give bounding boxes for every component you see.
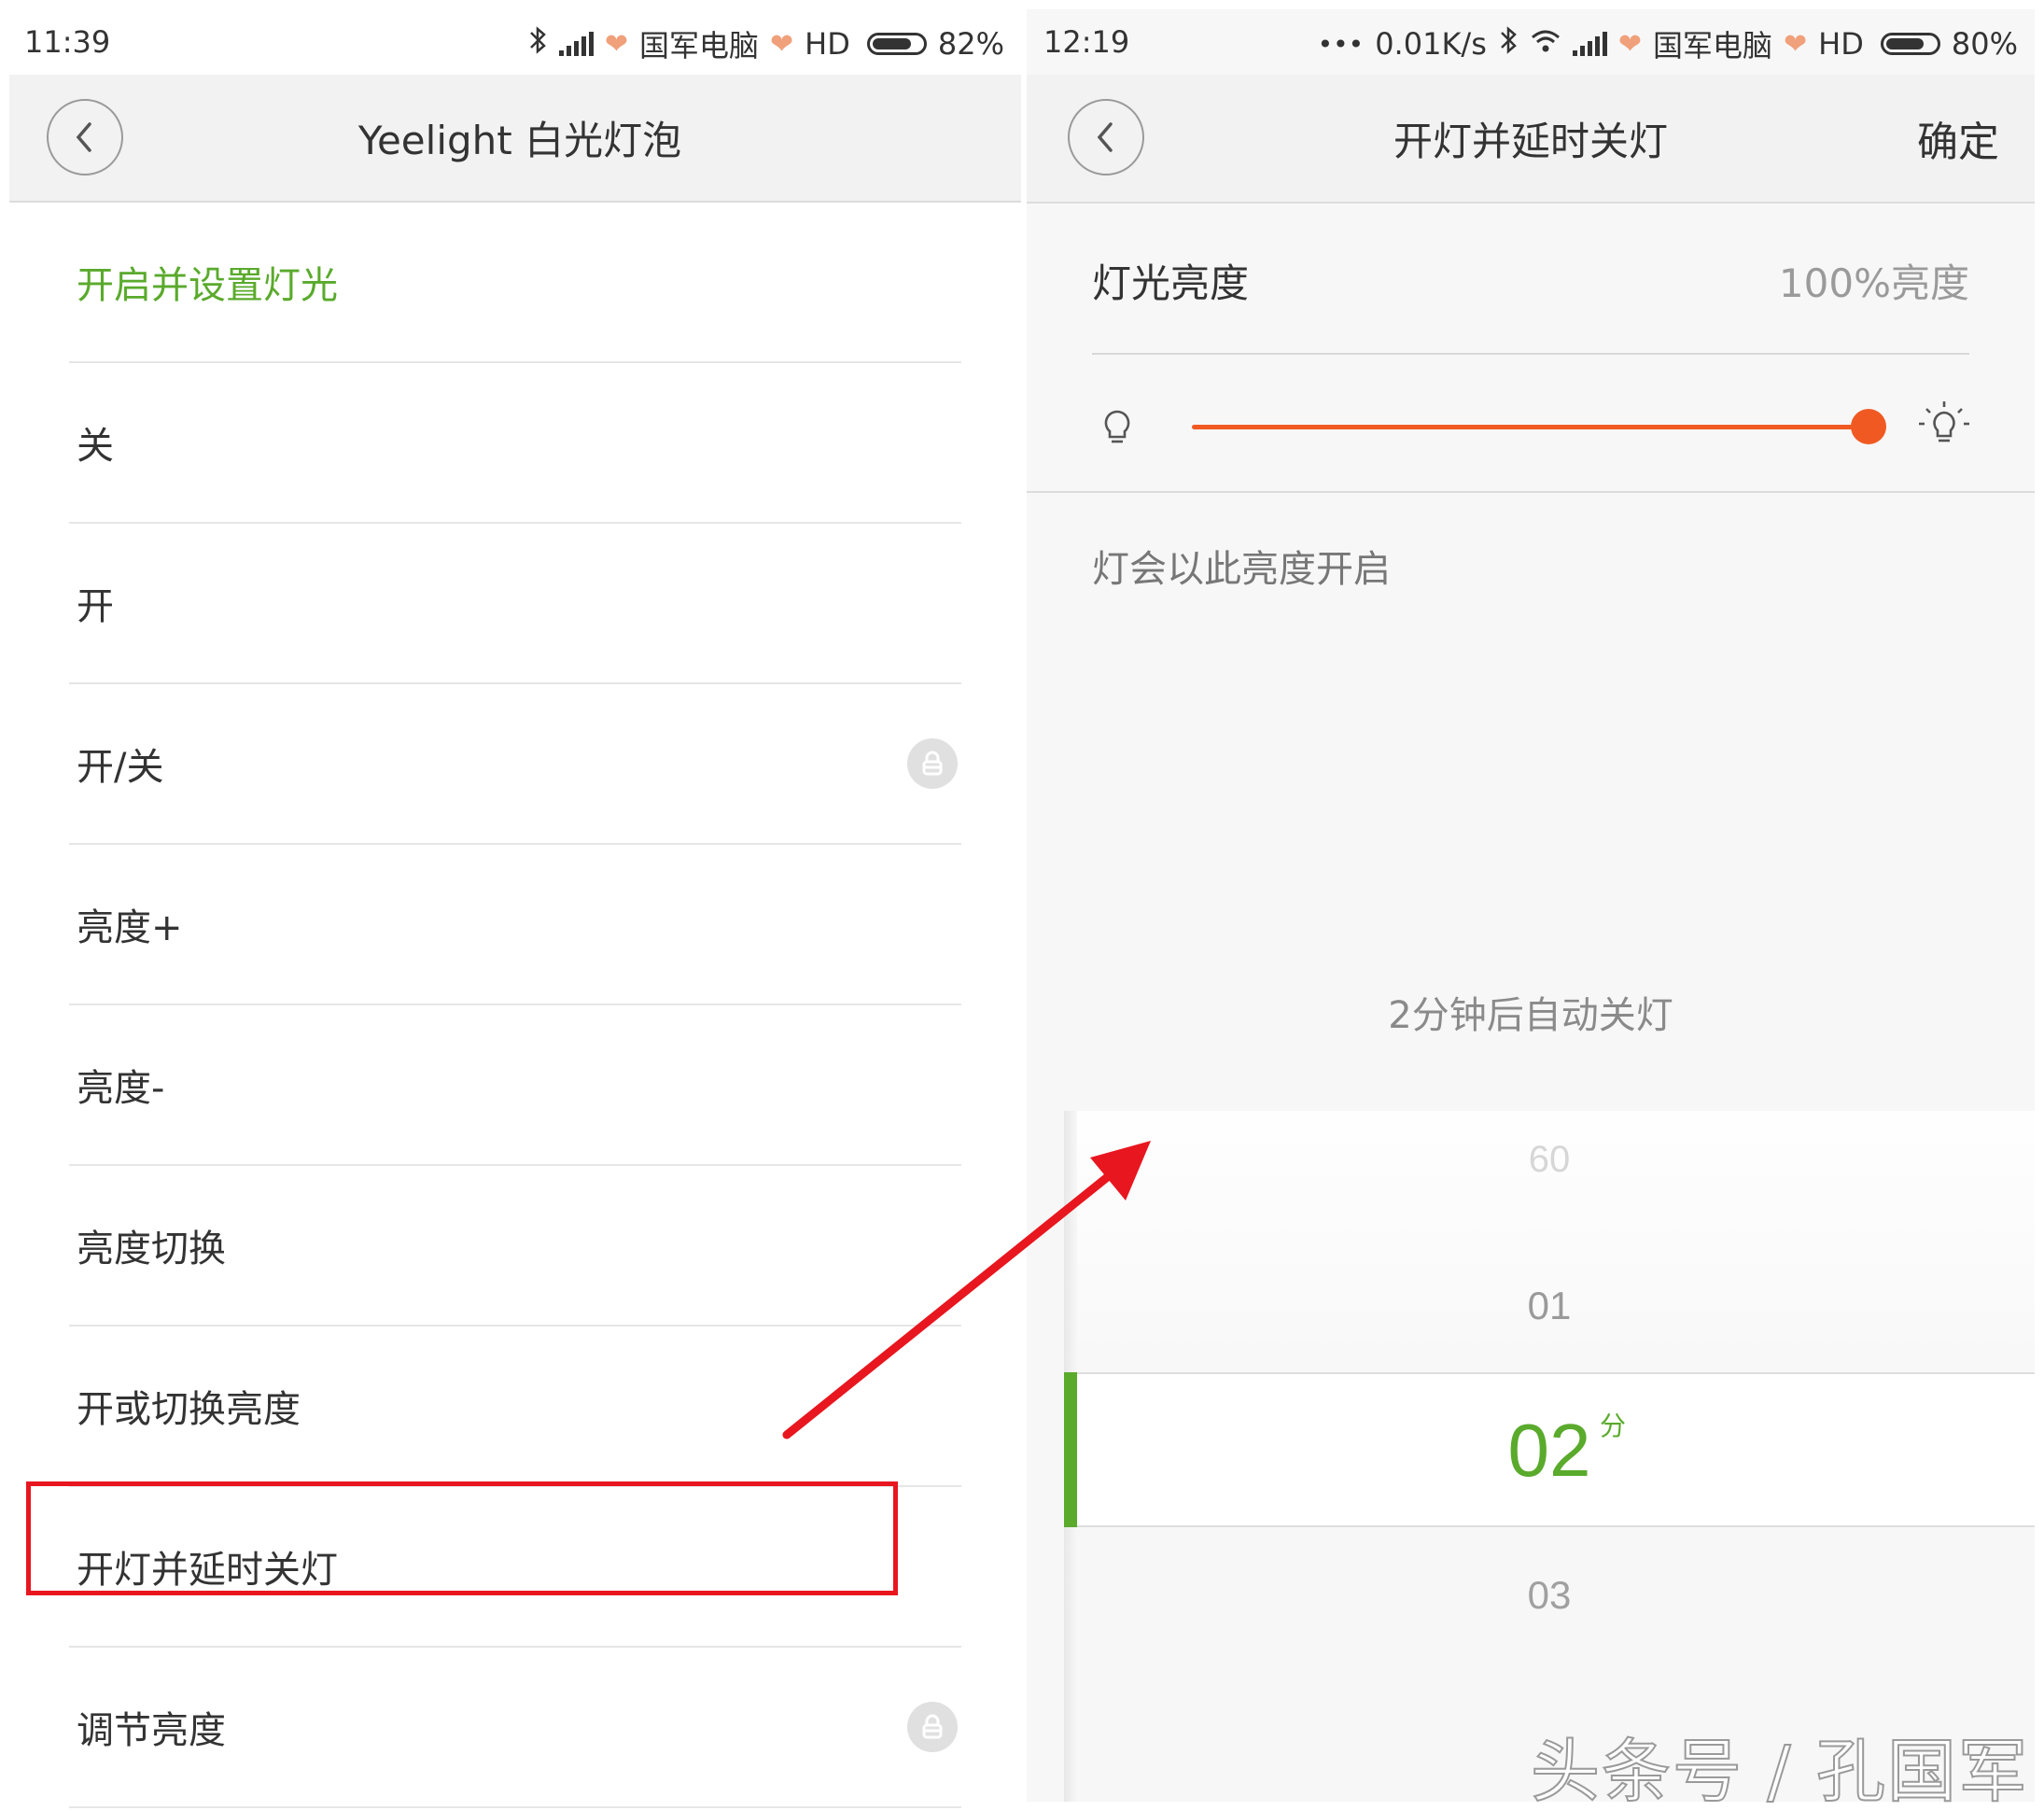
list-item-toggle[interactable]: 开/关 bbox=[69, 684, 961, 845]
network-speed: 0.01K/s bbox=[1375, 26, 1487, 62]
picker-selected-row[interactable]: 02 分 bbox=[1064, 1372, 2035, 1527]
lock-icon bbox=[907, 1702, 958, 1752]
wifi-icon bbox=[1530, 26, 1561, 62]
brightness-value: 100%亮度 bbox=[1778, 260, 1969, 306]
brightness-hint: 灯会以此亮度开启 bbox=[1092, 548, 1391, 591]
list-item-label: 开 bbox=[77, 585, 114, 628]
section-header: 开启并设置灯光 bbox=[69, 203, 961, 363]
battery-percent: 82% bbox=[937, 26, 1004, 62]
list-item-brightness-up[interactable]: 亮度+ bbox=[69, 845, 961, 1005]
picker-option[interactable]: 01 bbox=[1064, 1284, 2035, 1328]
top-nav-bar: Yeelight 白光灯泡 bbox=[9, 75, 1021, 203]
list-item-brightness-switch[interactable]: 亮度切换 bbox=[69, 1166, 961, 1327]
more-dots-icon: ••• bbox=[1317, 28, 1365, 60]
signal-icon bbox=[1572, 32, 1607, 56]
status-bar: 11:39 ❤ 国军电脑 ❤ HD 82% bbox=[9, 9, 1021, 75]
network-type: HD bbox=[805, 26, 850, 62]
heart-icon: ❤ bbox=[604, 27, 629, 61]
list-item-label: 亮度- bbox=[77, 1067, 165, 1110]
heart-icon: ❤ bbox=[1617, 27, 1643, 61]
page-title: Yeelight 白光灯泡 bbox=[357, 118, 682, 163]
status-time: 12:19 bbox=[1043, 24, 1130, 60]
picker-selected-value: 02 bbox=[1507, 1409, 1591, 1492]
battery-percent: 80% bbox=[1951, 26, 2018, 62]
list-item-label: 亮度切换 bbox=[77, 1228, 226, 1271]
top-nav-bar: 开灯并延时关灯 确定 bbox=[1027, 75, 2035, 204]
status-icons: ❤ 国军电脑 ❤ HD 82% bbox=[527, 22, 1004, 65]
carrier-name: 国军电脑 bbox=[1653, 28, 1773, 63]
list-item-label: 亮度+ bbox=[77, 906, 183, 949]
slider-fill bbox=[1192, 425, 1869, 429]
bluetooth-icon bbox=[1498, 25, 1519, 63]
list-item-brightness-down[interactable]: 亮度- bbox=[69, 1005, 961, 1166]
heart-icon: ❤ bbox=[770, 27, 794, 61]
battery-icon bbox=[1880, 33, 1940, 55]
screenshot-canvas: 11:39 ❤ 国军电脑 ❤ HD 82% Yeelight 白光灯泡 开启并设… bbox=[0, 0, 2044, 1811]
list-item-label: 开或切换亮度 bbox=[77, 1388, 301, 1431]
signal-icon bbox=[558, 32, 594, 56]
confirm-button[interactable]: 确定 bbox=[1917, 75, 1999, 202]
brightness-slider[interactable] bbox=[1192, 409, 1886, 444]
picker-option[interactable]: 03 bbox=[1064, 1573, 2035, 1618]
list-item-on-or-switch[interactable]: 开或切换亮度 bbox=[69, 1327, 961, 1487]
list-item-on[interactable]: 开 bbox=[69, 524, 961, 684]
status-time: 11:39 bbox=[24, 24, 111, 60]
list-item-off[interactable]: 关 bbox=[69, 363, 961, 524]
watermark-text: 头条号 / 孔国军 bbox=[1530, 1731, 2029, 1811]
list-item-label: 调节亮度 bbox=[77, 1709, 226, 1752]
right-phone-screen: 12:19 ••• 0.01K/s ❤ 国军电脑 ❤ HD 80% 开灯并延时关… bbox=[1027, 9, 2035, 1802]
carrier-name: 国军电脑 bbox=[639, 28, 760, 63]
minute-picker[interactable]: 60 01 02 分 03 bbox=[1064, 1111, 2035, 1802]
divider bbox=[1092, 353, 1969, 355]
list-item-label: 开/关 bbox=[77, 746, 164, 789]
status-bar: 12:19 ••• 0.01K/s ❤ 国军电脑 ❤ HD 80% bbox=[1027, 9, 2035, 75]
list-item-adjust-brightness[interactable]: 调节亮度 bbox=[69, 1648, 961, 1808]
brightness-panel: 灯光亮度 100%亮度 bbox=[1027, 204, 2035, 493]
slider-handle[interactable] bbox=[1851, 409, 1886, 444]
timer-caption: 2分钟后自动关灯 bbox=[1388, 994, 1673, 1037]
bulb-dim-icon bbox=[1101, 409, 1133, 452]
brightness-label: 灯光亮度 bbox=[1092, 260, 1250, 306]
list-item-label: 关 bbox=[77, 425, 114, 468]
bulb-bright-icon bbox=[1917, 400, 1971, 457]
section-title: 开启并设置灯光 bbox=[77, 264, 338, 307]
bluetooth-icon bbox=[527, 25, 548, 63]
heart-icon: ❤ bbox=[1784, 27, 1808, 61]
network-type: HD bbox=[1818, 26, 1864, 62]
status-icons: ••• 0.01K/s ❤ 国军电脑 ❤ HD 80% bbox=[1318, 22, 2018, 65]
battery-icon bbox=[866, 33, 927, 55]
lock-icon bbox=[907, 738, 958, 789]
page-title: 开灯并延时关灯 bbox=[1393, 118, 1668, 164]
highlight-annotation-box bbox=[26, 1481, 898, 1595]
picker-unit: 分 bbox=[1600, 1411, 1627, 1441]
picker-option[interactable]: 60 bbox=[1064, 1139, 2035, 1181]
